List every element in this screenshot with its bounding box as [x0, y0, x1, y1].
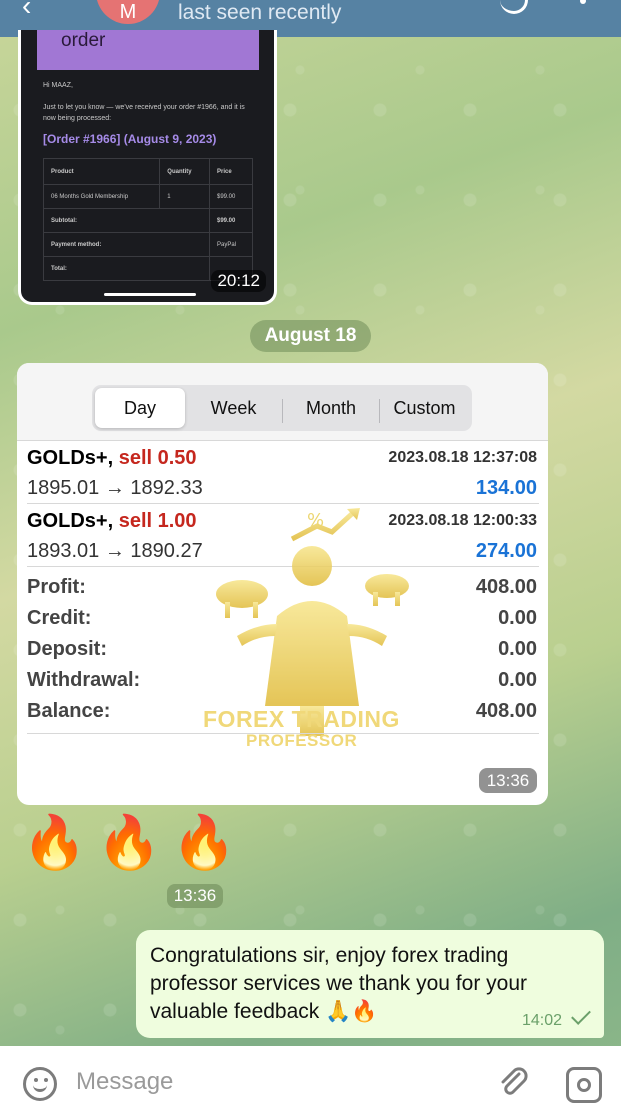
email-order-table: Product Quantity Price 06 Months Gold Me…: [42, 158, 253, 281]
table-row: 06 Months Gold Membership 1 $99.00: [42, 184, 253, 209]
trade-side: sell 1.00: [118, 510, 197, 532]
trade-row: GOLDs+, sell 0.50 2023.08.18 12:37:08 18…: [27, 443, 537, 503]
trade-datetime: 2023.08.18 12:37:08: [388, 449, 537, 466]
phone-call-icon[interactable]: [500, 0, 528, 14]
trade-prices: 1893.01 → 1890.27: [27, 540, 203, 562]
summary-value: 408.00: [475, 700, 537, 722]
summary-value: 0.00: [498, 669, 537, 691]
summary-row-profit: Profit: 408.00: [27, 576, 537, 606]
summary-value: 0.00: [498, 638, 537, 660]
back-arrow-icon[interactable]: ‹: [22, 0, 31, 22]
contact-status: last seen recently: [178, 1, 342, 24]
summary-row-deposit: Deposit: 0.00: [27, 638, 537, 668]
message-time: 20:12: [211, 270, 266, 292]
outgoing-message[interactable]: Congratulations sir, enjoy forex trading…: [136, 930, 604, 1038]
period-segmented-control: Day Week Month Custom: [92, 385, 472, 431]
tab-month[interactable]: Month: [283, 388, 379, 428]
tab-week[interactable]: Week: [185, 388, 282, 428]
table-cell: Payment method:: [43, 232, 210, 257]
trade-datetime: 2023.08.18 12:00:33: [388, 512, 537, 529]
camera-lens: [577, 1078, 591, 1092]
table-cell: Subtotal:: [43, 208, 210, 233]
table-row: Payment method: PayPal: [43, 232, 253, 257]
summary-value: 0.00: [498, 607, 537, 629]
table-cell: PayPal: [209, 232, 253, 257]
divider: [27, 566, 539, 567]
trade-symbol-text: GOLDs+,: [27, 510, 114, 532]
message-time: 13:36: [167, 884, 223, 908]
summary-label: Withdrawal:: [27, 669, 141, 691]
email-body: Just to let you know — we've received yo…: [43, 104, 245, 122]
email-banner: order: [37, 30, 259, 70]
summary-row-balance: Balance: 408.00: [27, 700, 537, 730]
summary-label: Balance:: [27, 700, 111, 722]
summary-label: Deposit:: [27, 638, 107, 660]
summary-label: Credit:: [27, 607, 92, 629]
more-menu-icon[interactable]: [580, 0, 586, 4]
paperclip-attach-icon[interactable]: [495, 1064, 531, 1100]
trade-side: sell 0.50: [118, 447, 197, 469]
camera-icon[interactable]: [566, 1067, 602, 1103]
trade-profit: 134.00: [475, 477, 537, 499]
email-banner-text: order: [61, 30, 106, 51]
watermark-text-line2: PROFESSOR: [246, 731, 358, 750]
divider: [27, 733, 539, 734]
table-cell: $99.00: [209, 208, 253, 233]
table-cell: $99.00: [209, 184, 253, 209]
trade-row: GOLDs+, sell 1.00 2023.08.18 12:00:33 18…: [27, 506, 537, 566]
tab-day[interactable]: Day: [95, 388, 185, 428]
table-header-cell: Quantity: [159, 158, 210, 185]
emoji-mouth: [33, 1085, 47, 1092]
home-indicator: [104, 293, 196, 296]
avatar-initial: M: [119, 1, 137, 23]
avatar[interactable]: M: [96, 0, 160, 24]
date-separator: August 18: [250, 320, 371, 352]
table-cell: Total:: [43, 256, 210, 281]
table-header-cell: Price: [209, 158, 253, 185]
message-time: 14:02: [521, 1012, 562, 1029]
trade-symbol: GOLDs+, sell 1.00: [27, 510, 197, 533]
summary-row-credit: Credit: 0.00: [27, 607, 537, 637]
message-time: 13:36: [479, 768, 537, 793]
table-cell: 1: [159, 184, 210, 209]
summary-row-withdrawal: Withdrawal: 0.00: [27, 669, 537, 699]
divider: [27, 503, 539, 504]
table-header-cell: Product: [42, 158, 161, 185]
emoji-message[interactable]: 🔥🔥🔥: [22, 812, 246, 873]
message-input[interactable]: [76, 1064, 456, 1100]
message-input-bar: [0, 1046, 621, 1109]
tab-custom[interactable]: Custom: [380, 388, 469, 428]
period-tabs-bar: Day Week Month Custom: [17, 363, 548, 441]
trade-symbol-text: GOLDs+,: [27, 447, 114, 469]
table-row: Subtotal: $99.00: [43, 208, 253, 233]
photo-message[interactable]: order Hi MAAZ, Just to let you know — we…: [18, 30, 277, 305]
trading-screenshot-message[interactable]: Day Week Month Custom GOLDs+, sell 0.50 …: [17, 363, 548, 805]
trade-prices: 1895.01 → 1892.33: [27, 477, 203, 499]
summary-value: 408.00: [475, 576, 537, 598]
table-cell: 06 Months Gold Membership: [42, 184, 161, 209]
table-header-row: Product Quantity Price: [42, 158, 253, 185]
trade-profit: 274.00: [475, 540, 537, 562]
summary-label: Profit:: [27, 576, 86, 598]
email-greeting: Hi MAAZ,: [43, 82, 73, 89]
trade-symbol: GOLDs+, sell 0.50: [27, 447, 197, 470]
email-order-title: [Order #1966] (August 9, 2023): [43, 132, 217, 146]
emoji-icon[interactable]: [23, 1067, 57, 1101]
